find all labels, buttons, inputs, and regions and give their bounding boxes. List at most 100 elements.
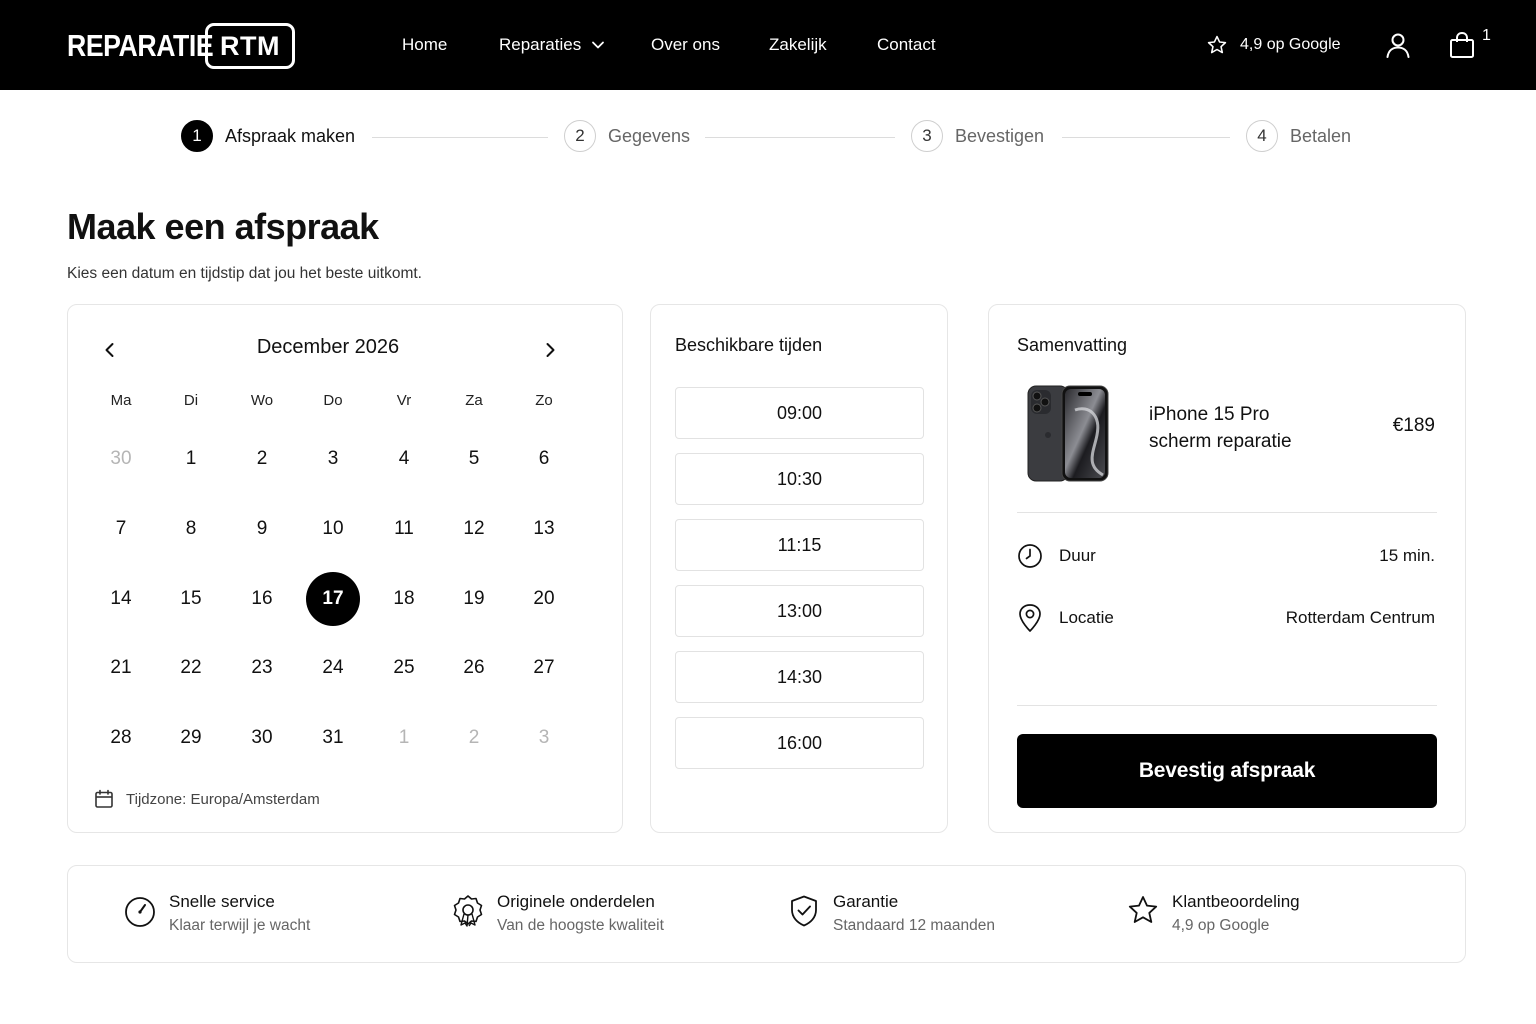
confirm-appointment-button[interactable]: Bevestig afspraak bbox=[1017, 734, 1437, 808]
summary-divider bbox=[1017, 705, 1437, 706]
feature-title: Klantbeoordeling bbox=[1172, 892, 1300, 911]
weekday-label: Zo bbox=[535, 392, 553, 409]
calendar-day[interactable]: 20 bbox=[517, 572, 571, 626]
weekday-label: Wo bbox=[250, 392, 274, 409]
calendar-day[interactable]: 9 bbox=[235, 502, 289, 556]
calendar-day[interactable]: 31 bbox=[306, 711, 360, 765]
time-slot-button[interactable]: 09:00 bbox=[675, 387, 924, 439]
calendar-day[interactable]: 1 bbox=[164, 432, 218, 486]
step-label: Bevestigen bbox=[955, 125, 1045, 146]
calendar-day[interactable]: 14 bbox=[94, 572, 148, 626]
product-name-line1: iPhone 15 Pro bbox=[1149, 404, 1270, 425]
calendar-card: December 2026 Ma Di Wo Do Vr Za Zo 30 1 2 3 4 5 6 7 8 9… bbox=[67, 304, 623, 833]
available-times-card: Beschikbare tijden 09:00 10:30 11:15 13:00 1… bbox=[650, 304, 948, 833]
nav-reparaties-label: Reparaties bbox=[499, 35, 582, 54]
nav-contact[interactable]: Contact bbox=[877, 35, 936, 55]
calendar-day[interactable]: 5 bbox=[447, 432, 501, 486]
google-rating-link[interactable]: 4,9 op Google bbox=[1206, 34, 1341, 56]
star-icon bbox=[1128, 896, 1158, 923]
checkout-stepper: 1 Afspraak maken 2 Gegevens 3 Bevestigen… bbox=[0, 120, 1536, 154]
speedometer-icon bbox=[125, 897, 155, 927]
calendar-day[interactable]: 24 bbox=[306, 641, 360, 695]
calendar-day[interactable]: 2 bbox=[235, 432, 289, 486]
nav-home[interactable]: Home bbox=[402, 35, 447, 55]
product-name-line2: scherm reparatie bbox=[1149, 431, 1292, 452]
nav-zakelijk[interactable]: Zakelijk bbox=[769, 35, 827, 55]
weekday-label: Za bbox=[465, 392, 483, 409]
calendar-day[interactable]: 22 bbox=[164, 641, 218, 695]
step-afspraak-maken[interactable]: 1 Afspraak maken bbox=[181, 120, 355, 152]
step-label: Betalen bbox=[1290, 125, 1352, 146]
feature-klantbeoordeling: Klantbeoordeling 4,9 op Google bbox=[1126, 892, 1300, 935]
time-slot-button[interactable]: 11:15 bbox=[675, 519, 924, 571]
calendar-day[interactable]: 8 bbox=[164, 502, 218, 556]
logo-box: RTM bbox=[205, 23, 295, 69]
summary-title: Samenvatting bbox=[1017, 335, 1128, 355]
step-gegevens[interactable]: 2 Gegevens bbox=[564, 120, 690, 152]
calendar-day[interactable]: 29 bbox=[164, 711, 218, 765]
calendar-day[interactable]: 12 bbox=[447, 502, 501, 556]
weekday-label: Ma bbox=[110, 392, 132, 409]
feature-title: Originele onderdelen bbox=[497, 892, 655, 911]
calendar-day[interactable]: 15 bbox=[164, 572, 218, 626]
step-bevestigen[interactable]: 3 Bevestigen bbox=[911, 120, 1044, 152]
calendar-day[interactable]: 18 bbox=[377, 572, 431, 626]
shopping-bag-icon[interactable] bbox=[1449, 31, 1475, 59]
duration-value: 15 min. bbox=[1379, 546, 1435, 565]
calendar-day[interactable]: 10 bbox=[306, 502, 360, 556]
weekday-label: Vr bbox=[396, 392, 412, 409]
calendar-day[interactable]: 16 bbox=[235, 572, 289, 626]
clock-icon bbox=[1018, 544, 1042, 568]
logo-word: REPARATIE bbox=[67, 28, 214, 63]
calendar-day[interactable]: 25 bbox=[377, 641, 431, 695]
available-times-title: Beschikbare tijden bbox=[675, 335, 823, 355]
product-name: iPhone 15 Pro scherm reparatie bbox=[1149, 401, 1329, 455]
chevron-down-icon bbox=[592, 41, 605, 49]
feature-originele-onderdelen: Originele onderdelen Van de hoogste kwal… bbox=[451, 892, 664, 935]
timezone-text: Tijdzone: Europa/Amsterdam bbox=[126, 790, 320, 808]
time-slot-button[interactable]: 10:30 bbox=[675, 453, 924, 505]
time-slot-button[interactable]: 13:00 bbox=[675, 585, 924, 637]
top-navigation-bar: REPARATIE RTM Home Reparaties Over ons Z… bbox=[0, 0, 1536, 90]
feature-title: Garantie bbox=[833, 892, 899, 911]
calendar-day[interactable]: 23 bbox=[235, 641, 289, 695]
calendar-day[interactable]: 6 bbox=[517, 432, 571, 486]
calendar-day[interactable]: 11 bbox=[377, 502, 431, 556]
shield-check-icon bbox=[791, 895, 817, 927]
calendar-day[interactable]: 7 bbox=[94, 502, 148, 556]
calendar-day: 3 bbox=[538, 727, 550, 748]
page-subtitle: Kies een datum en tijdstip dat jou het b… bbox=[67, 265, 422, 282]
product-price: €189 bbox=[1392, 415, 1435, 436]
calendar-day: 30 bbox=[110, 448, 132, 469]
step-number: 4 bbox=[1246, 120, 1278, 152]
site-logo[interactable]: REPARATIE RTM bbox=[67, 23, 295, 69]
step-label: Gegevens bbox=[608, 125, 691, 146]
calendar-day[interactable]: 13 bbox=[517, 502, 571, 556]
duration-label: Duur bbox=[1059, 546, 1096, 565]
calendar-day[interactable]: 28 bbox=[94, 711, 148, 765]
calendar-day[interactable]: 30 bbox=[235, 711, 289, 765]
calendar-day[interactable]: 4 bbox=[377, 432, 431, 486]
step-betalen[interactable]: 4 Betalen bbox=[1246, 120, 1351, 152]
quality-badge-icon bbox=[453, 895, 483, 927]
calendar-day[interactable]: 21 bbox=[94, 641, 148, 695]
calendar-day[interactable]: 19 bbox=[447, 572, 501, 626]
cart-count-badge: 1 bbox=[1482, 27, 1491, 44]
calendar-month-label: December 2026 bbox=[256, 336, 400, 358]
location-value: Rotterdam Centrum bbox=[1285, 608, 1435, 627]
calendar-day[interactable]: 3 bbox=[306, 432, 360, 486]
nav-reparaties[interactable]: Reparaties bbox=[499, 35, 605, 55]
calendar-day: 1 bbox=[398, 727, 410, 748]
star-icon bbox=[1207, 35, 1227, 54]
map-pin-icon bbox=[1019, 604, 1041, 632]
calendar-day-selected[interactable]: 17 bbox=[306, 572, 360, 626]
time-slot-button[interactable]: 16:00 bbox=[675, 717, 924, 769]
calendar-day[interactable]: 26 bbox=[447, 641, 501, 695]
chevron-right-icon bbox=[546, 343, 555, 357]
calendar-day[interactable]: 27 bbox=[517, 641, 571, 695]
feature-snelle-service: Snelle service Klaar terwijl je wacht bbox=[123, 892, 310, 935]
next-month-button[interactable] bbox=[535, 335, 565, 365]
nav-over-ons[interactable]: Over ons bbox=[651, 35, 720, 55]
user-account-icon[interactable] bbox=[1384, 31, 1412, 59]
time-slot-button[interactable]: 14:30 bbox=[675, 651, 924, 703]
